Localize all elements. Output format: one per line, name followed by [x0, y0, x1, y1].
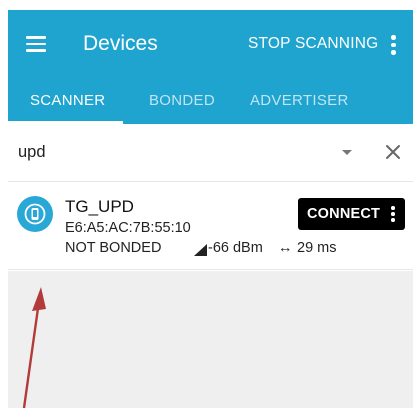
tab-advertiser[interactable]: ADVERTISER [250, 92, 349, 109]
toolbar: Devices STOP SCANNING [8, 10, 413, 78]
advertising-interval: 29 ms [297, 240, 337, 256]
page-title: Devices [83, 32, 158, 55]
rssi-value: -66 dBm [208, 240, 263, 256]
tab-scanner[interactable]: SCANNER [30, 92, 105, 109]
device-options-icon[interactable] [388, 205, 398, 223]
signal-strength-icon [194, 244, 207, 256]
filter-input[interactable]: upd [18, 143, 46, 162]
device-name: TG_UPD [65, 197, 134, 216]
device-mac-address: E6:A5:AC:7B:55:10 [65, 220, 191, 236]
bluetooth-device-icon [17, 196, 53, 232]
connect-button[interactable]: CONNECT [298, 198, 405, 230]
dropdown-arrow-icon[interactable] [342, 150, 352, 155]
filter-bar: upd [8, 124, 413, 182]
tab-bar: SCANNER BONDED ADVERTISER [8, 78, 413, 124]
empty-list-area [8, 271, 413, 408]
stop-scanning-button[interactable]: STOP SCANNING [248, 35, 378, 53]
app-bar: Devices STOP SCANNING SCANNER BONDED ADV… [8, 10, 413, 124]
overflow-menu-icon[interactable] [386, 34, 400, 56]
device-list-item[interactable]: TG_UPD E6:A5:AC:7B:55:10 NOT BONDED -66 … [8, 183, 413, 270]
close-icon[interactable] [384, 143, 402, 161]
advertising-interval-icon: ↔ [278, 240, 293, 256]
bond-state: NOT BONDED [65, 240, 162, 256]
hamburger-menu-icon[interactable] [26, 36, 46, 52]
tab-bonded[interactable]: BONDED [149, 92, 215, 109]
connect-button-label: CONNECT [307, 206, 381, 222]
annotation-arrow-icon [22, 287, 46, 408]
